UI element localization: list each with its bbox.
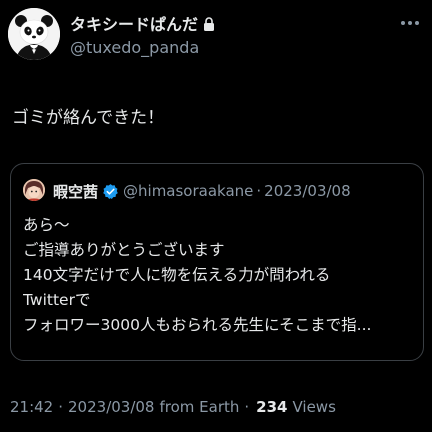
panda-avatar-icon[interactable] — [8, 8, 60, 60]
quote-header: 暇空茜 @himasoraakane · 2023/03/08 — [53, 180, 351, 202]
author-handle[interactable]: @tuxedo_panda — [70, 38, 199, 57]
quote-separator: · — [256, 182, 262, 200]
verified-badge-icon — [102, 183, 119, 200]
quote-text-line: ご指導ありがとうございます — [23, 241, 225, 259]
quote-author-avatar-icon[interactable] — [23, 179, 45, 201]
meta-separator: · — [58, 398, 64, 416]
quote-text-line: Twitterで — [23, 291, 91, 309]
quote-date[interactable]: 2023/03/08 — [264, 182, 350, 200]
lock-icon — [203, 16, 215, 31]
tweet-time[interactable]: 21:42 — [10, 398, 53, 416]
author-name-row: タキシードぱんだ — [70, 12, 215, 34]
author-display-name[interactable]: タキシードぱんだ — [70, 11, 198, 35]
quote-text: あら〜 ご指導ありがとうございます 140文字だけで人に物を伝える力が問われる … — [23, 213, 418, 338]
quote-author-name[interactable]: 暇空茜 — [53, 181, 98, 202]
tweet: タキシードぱんだ @tuxedo_panda ゴミが絡んできた！ 暇空茜 @hi… — [0, 0, 432, 432]
views-count[interactable]: 234 — [256, 398, 287, 416]
more-options-icon[interactable] — [398, 14, 422, 26]
tweet-meta: 21:42 · 2023/03/08 from Earth · 234 View… — [10, 398, 336, 416]
quote-text-line: 140文字だけで人に物を伝える力が問われる — [23, 266, 331, 284]
views-label[interactable]: Views — [292, 398, 335, 416]
tweet-date[interactable]: 2023/03/08 — [68, 398, 154, 416]
quote-text-line: あら〜 — [23, 216, 70, 234]
quote-text-line: フォロワー3000人もおられる先生にそこまで指... — [23, 316, 372, 334]
meta-separator: · — [244, 398, 250, 416]
tweet-source: from Earth — [159, 398, 240, 416]
quote-author-handle[interactable]: @himasoraakane — [123, 182, 253, 200]
quoted-tweet-card[interactable]: 暇空茜 @himasoraakane · 2023/03/08 あら〜 ご指導あ… — [10, 163, 424, 361]
tweet-text: ゴミが絡んできた！ — [12, 108, 165, 128]
